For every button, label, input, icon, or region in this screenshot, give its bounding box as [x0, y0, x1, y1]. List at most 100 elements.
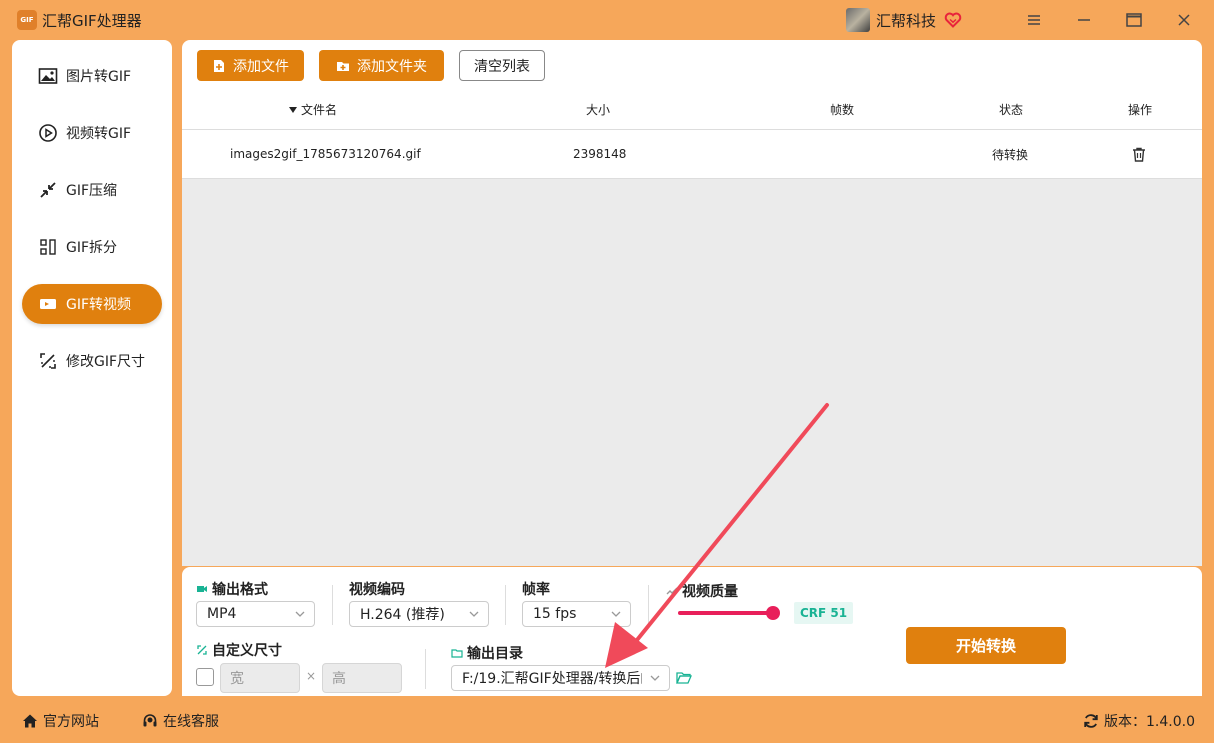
height-input[interactable]: 高 — [322, 663, 402, 693]
divider — [648, 585, 649, 625]
crf-badge: CRF 51 — [794, 602, 854, 624]
clear-list-button[interactable]: 清空列表 — [459, 50, 545, 81]
custom-size-text: 自定义尺寸 — [212, 643, 282, 659]
video-quality-label: 视频质量 — [666, 581, 738, 601]
chevron-down-icon — [650, 675, 660, 681]
refresh-icon — [1084, 714, 1098, 728]
quality-slider-track[interactable] — [678, 611, 772, 615]
folder-plus-icon — [337, 61, 349, 71]
resize-small-icon — [197, 645, 207, 655]
close-icon — [1178, 14, 1190, 26]
file-size: 2398148 — [573, 147, 627, 161]
status-bar: 官方网站 在线客服 版本：1.4.0.0 — [0, 696, 1214, 743]
video-quality-text: 视频质量 — [682, 584, 738, 600]
height-placeholder: 高 — [332, 671, 346, 687]
sidebar-item-video-to-gif[interactable]: 视频转GIF — [22, 113, 162, 153]
sidebar-item-label: GIF拆分 — [66, 240, 118, 256]
app-title: 汇帮GIF处理器 — [42, 12, 142, 30]
sidebar-item-label: 修改GIF尺寸 — [66, 354, 146, 370]
header-action: 操作 — [1128, 103, 1153, 117]
image-icon — [38, 66, 58, 86]
delete-button[interactable] — [1132, 130, 1146, 178]
quality-icon — [666, 587, 678, 595]
output-format-text: 输出格式 — [212, 582, 268, 598]
sidebar-item-image-to-gif[interactable]: 图片转GIF — [22, 56, 162, 96]
sidebar-item-gif-resize[interactable]: 修改GIF尺寸 — [22, 341, 162, 381]
folder-open-icon[interactable] — [676, 671, 692, 685]
start-convert-button[interactable]: 开始转换 — [906, 627, 1066, 664]
app-logo-icon: GIF — [17, 10, 37, 30]
website-label: 官方网站 — [43, 714, 99, 730]
frame-rate-select[interactable]: 15 fps — [522, 601, 631, 627]
sidebar-item-gif-split[interactable]: GIF拆分 — [22, 227, 162, 267]
home-icon — [23, 714, 37, 728]
resize-icon — [38, 351, 58, 371]
trash-icon — [1133, 147, 1145, 162]
custom-size-checkbox[interactable] — [196, 668, 214, 686]
file-table: 文件名 大小 帧数 状态 操作 images2gif_1785673120764… — [182, 90, 1202, 566]
vip-heart-icon — [944, 12, 962, 28]
custom-size-label: 自定义尺寸 — [196, 640, 282, 660]
frame-rate-value: 15 fps — [533, 606, 577, 622]
folder-small-icon — [451, 649, 463, 658]
divider — [425, 649, 426, 689]
output-format-value: MP4 — [207, 606, 237, 622]
quality-slider-thumb[interactable] — [766, 606, 780, 620]
output-format-label: 输出格式 — [196, 579, 268, 599]
maximize-button[interactable] — [1122, 8, 1146, 32]
version-label: 版本：1.4.0.0 — [1104, 714, 1195, 730]
table-row[interactable]: images2gif_1785673120764.gif 2398148 待转换 — [182, 130, 1202, 179]
chevron-down-icon — [469, 611, 479, 617]
play-circle-icon — [38, 123, 58, 143]
sidebar-item-label: 视频转GIF — [66, 126, 132, 142]
sidebar-item-label: GIF压缩 — [66, 183, 118, 199]
size-separator: × — [306, 669, 317, 683]
sidebar-item-gif-to-video[interactable]: GIF转视频 — [22, 284, 162, 324]
file-plus-icon — [214, 59, 224, 72]
split-icon — [38, 237, 58, 257]
frame-rate-label: 帧率 — [522, 579, 550, 599]
table-header: 文件名 大小 帧数 状态 操作 — [182, 90, 1202, 130]
add-folder-label: 添加文件夹 — [357, 57, 427, 74]
minimize-button[interactable] — [1072, 8, 1096, 32]
add-file-button[interactable]: 添加文件 — [197, 50, 304, 81]
online-support-link[interactable]: 在线客服 — [142, 711, 219, 731]
sidebar: 图片转GIF 视频转GIF GIF压缩 GIF拆分 GIF转视频 修改GIF尺寸 — [12, 40, 172, 696]
output-dir-text: 输出目录 — [467, 646, 523, 662]
minimize-icon — [1078, 19, 1090, 21]
output-format-select[interactable]: MP4 — [196, 601, 315, 627]
add-folder-button[interactable]: 添加文件夹 — [319, 50, 444, 81]
toolbar: 添加文件 添加文件夹 清空列表 — [182, 40, 1202, 90]
chevron-down-icon — [611, 611, 621, 617]
file-name: images2gif_1785673120764.gif — [230, 147, 421, 161]
header-name[interactable]: 文件名 — [288, 90, 337, 129]
output-dir-value: F:/19.汇帮GIF处理器/转换后的 — [462, 671, 642, 687]
output-dir-select[interactable]: F:/19.汇帮GIF处理器/转换后的 — [451, 665, 670, 691]
header-status: 状态 — [999, 103, 1024, 117]
official-website-link[interactable]: 官方网站 — [22, 711, 99, 731]
video-codec-text: 视频编码 — [349, 582, 405, 598]
width-input[interactable]: 宽 — [220, 663, 300, 693]
video-codec-value: H.264 (推荐) — [360, 607, 445, 623]
settings-panel: 输出格式 MP4 视频编码 H.264 (推荐) 帧率 15 fps 视频质量 — [182, 567, 1202, 696]
frame-rate-text: 帧率 — [522, 582, 550, 598]
close-button[interactable] — [1172, 8, 1196, 32]
width-placeholder: 宽 — [230, 671, 244, 687]
main-panel: 添加文件 添加文件夹 清空列表 文件名 大小 帧数 状态 操作 images2g… — [182, 40, 1202, 696]
sidebar-item-label: 图片转GIF — [66, 69, 132, 85]
hamburger-icon — [1028, 15, 1040, 25]
title-bar: GIF 汇帮GIF处理器 汇帮科技 — [0, 0, 1214, 40]
version-info[interactable]: 版本：1.4.0.0 — [1083, 711, 1195, 731]
sidebar-item-gif-compress[interactable]: GIF压缩 — [22, 170, 162, 210]
sidebar-item-label: GIF转视频 — [66, 297, 132, 313]
menu-button[interactable] — [1022, 8, 1046, 32]
video-small-icon — [197, 586, 207, 592]
divider — [332, 585, 333, 625]
user-name[interactable]: 汇帮科技 — [876, 10, 936, 31]
header-name-label: 文件名 — [301, 103, 338, 117]
video-codec-select[interactable]: H.264 (推荐) — [349, 601, 489, 627]
video-codec-label: 视频编码 — [349, 579, 405, 599]
support-label: 在线客服 — [163, 714, 219, 730]
avatar[interactable] — [846, 8, 870, 32]
file-status: 待转换 — [992, 147, 1029, 162]
